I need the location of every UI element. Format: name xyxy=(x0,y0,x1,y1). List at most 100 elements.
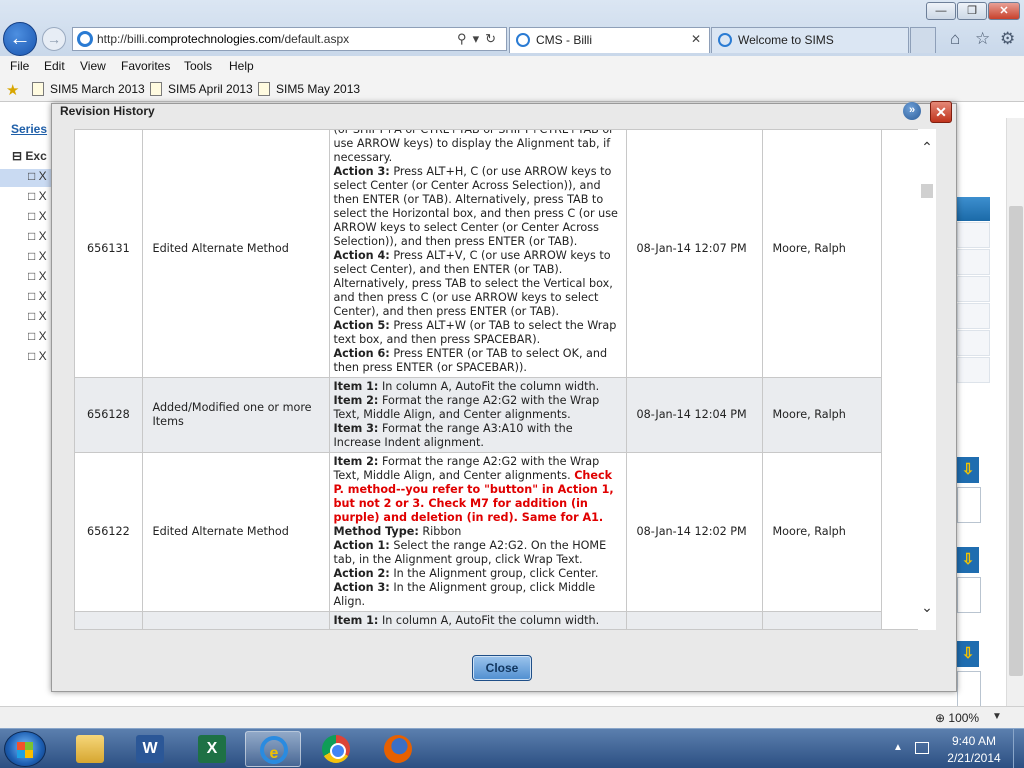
tree-row[interactable]: □ X xyxy=(28,269,52,287)
taskbar-firefox[interactable] xyxy=(370,731,426,767)
download-icon[interactable]: ⇩ xyxy=(957,457,979,483)
close-window-button[interactable]: ✕ xyxy=(988,2,1020,20)
tree-row-label: X xyxy=(38,349,47,363)
table-row[interactable]: 656122 Edited Alternate Method Item 2: F… xyxy=(75,452,882,612)
refresh-icon[interactable]: ↻ xyxy=(485,31,502,46)
tree-row[interactable]: □ X xyxy=(28,249,52,267)
tree-row[interactable]: □ X xyxy=(28,229,52,247)
scroll-thumb[interactable] xyxy=(921,184,933,198)
tree-row-label: X xyxy=(38,209,47,223)
url-domain: comprotechnologies.com xyxy=(147,32,282,46)
taskbar-chrome[interactable] xyxy=(308,731,364,767)
tree-row-label: X xyxy=(38,329,47,343)
menu-favorites[interactable]: Favorites xyxy=(121,59,170,73)
menu-view[interactable]: View xyxy=(80,59,106,73)
gear-icon[interactable]: ⚙ xyxy=(1000,29,1015,49)
download-icon[interactable]: ⇩ xyxy=(957,641,979,667)
taskbar-explorer[interactable] xyxy=(62,731,118,767)
dialog-title: Revision History xyxy=(60,104,155,118)
tree-row[interactable]: □ X xyxy=(28,289,52,307)
favorites-star-icon[interactable]: ★ xyxy=(6,81,19,99)
ie-icon: e xyxy=(260,736,288,764)
maximize-button[interactable]: ❐ xyxy=(957,2,987,20)
action-center-icon[interactable] xyxy=(915,742,929,754)
search-icon[interactable]: ⚲ xyxy=(457,31,473,46)
start-button[interactable] xyxy=(4,731,46,767)
zoom-level[interactable]: ⊕ 100% xyxy=(935,711,979,725)
minimize-button[interactable]: — xyxy=(926,2,956,20)
revision-date: 08-Jan-14 12:02 PM xyxy=(626,452,763,612)
tray-expand-icon[interactable]: ▲ xyxy=(893,742,903,753)
dialog-close-icon[interactable]: ✕ xyxy=(930,101,952,123)
dropdown-icon[interactable]: ▾ xyxy=(473,31,486,46)
tree-row[interactable]: □ X xyxy=(28,189,52,207)
favorite-label: SIM5 April 2013 xyxy=(168,82,253,96)
show-desktop-button[interactable] xyxy=(1013,729,1024,768)
tree-row[interactable]: □ X xyxy=(28,209,52,227)
home-icon[interactable]: ⌂ xyxy=(950,29,960,49)
page-icon xyxy=(258,82,270,96)
address-url[interactable]: http://billi.comprotechnologies.com/defa… xyxy=(97,32,349,46)
tab-cms-billi[interactable]: CMS - Billi ✕ xyxy=(509,27,710,53)
clock-time[interactable]: 9:40 AM xyxy=(944,734,1004,748)
revision-detail: Item 1: In column A, AutoFit the column … xyxy=(329,377,627,453)
help-icon[interactable]: » xyxy=(903,102,921,120)
tab-welcome-to-sims[interactable]: Welcome to SIMS xyxy=(711,27,909,53)
upload-field[interactable] xyxy=(957,671,981,707)
grid-cell xyxy=(957,249,990,275)
scroll-down-icon[interactable]: ⌄ xyxy=(918,599,936,616)
tab-title: Welcome to SIMS xyxy=(738,33,834,47)
excel-icon: X xyxy=(198,735,226,763)
back-button[interactable]: ← xyxy=(3,22,37,56)
tree-row-label: X xyxy=(38,189,47,203)
page-scroll-thumb[interactable] xyxy=(1009,206,1023,676)
taskbar-word[interactable]: W xyxy=(122,731,178,767)
upload-field[interactable] xyxy=(957,487,981,523)
new-tab-button[interactable] xyxy=(910,27,936,53)
close-button[interactable]: Close xyxy=(472,655,532,681)
tab-title: CMS - Billi xyxy=(536,33,592,47)
favorite-link[interactable]: SIM5 March 2013 xyxy=(32,82,145,96)
favorite-label: SIM5 May 2013 xyxy=(276,82,361,96)
revision-grid: 656131 Edited Alternate Method (or SHIFT… xyxy=(74,129,936,630)
table-row[interactable]: 656128 Added/Modified one or more Items … xyxy=(75,377,882,453)
revision-user xyxy=(762,611,882,629)
tree-row[interactable]: □ X xyxy=(28,349,52,367)
address-bar[interactable]: http://billi.comprotechnologies.com/defa… xyxy=(72,27,507,51)
clock-date[interactable]: 2/21/2014 xyxy=(944,751,1004,765)
page-scrollbar[interactable] xyxy=(1006,118,1024,708)
menu-tools[interactable]: Tools xyxy=(184,59,212,73)
scroll-up-icon[interactable]: ⌃ xyxy=(918,139,936,156)
favorite-link[interactable]: SIM5 April 2013 xyxy=(150,82,253,96)
tree-row-label: X xyxy=(38,229,47,243)
taskbar-ie[interactable]: e xyxy=(245,731,301,767)
zoom-dropdown-icon[interactable]: ▼ xyxy=(992,711,1002,722)
grid-scrollbar[interactable]: ⌃ ⌄ xyxy=(918,129,936,630)
tree-root[interactable]: ⊟ Exc xyxy=(12,149,47,163)
tab-close-icon[interactable]: ✕ xyxy=(691,32,701,46)
tree-row[interactable]: □ X xyxy=(28,309,52,327)
page-icon xyxy=(150,82,162,96)
menu-file[interactable]: File xyxy=(10,59,29,73)
series-link[interactable]: Series xyxy=(11,122,47,136)
upload-field[interactable] xyxy=(957,577,981,613)
revision-user: Moore, Ralph xyxy=(762,452,882,612)
revision-id: 656122 xyxy=(75,452,143,612)
zoom-value: 100% xyxy=(948,711,980,725)
taskbar-excel[interactable]: X xyxy=(184,731,240,767)
download-icon[interactable]: ⇩ xyxy=(957,547,979,573)
favorites-star-icon[interactable]: ☆ xyxy=(975,29,990,49)
table-row[interactable]: 656131 Edited Alternate Method (or SHIFT… xyxy=(75,130,882,378)
menu-help[interactable]: Help xyxy=(229,59,254,73)
windows-logo-icon xyxy=(17,750,33,758)
forward-button[interactable]: → xyxy=(42,27,66,51)
table-row[interactable]: Item 1: In column A, AutoFit the column … xyxy=(75,611,882,629)
tree-row[interactable]: □ X xyxy=(28,329,52,347)
address-tools[interactable]: ⚲▾↻ xyxy=(457,31,502,47)
menu-edit[interactable]: Edit xyxy=(44,59,65,73)
tree-row[interactable]: □ X xyxy=(0,169,52,187)
status-bar: ⊕ 100% ▼ xyxy=(0,706,1024,728)
revision-detail: Item 1: In column A, AutoFit the column … xyxy=(329,611,627,629)
favorite-link[interactable]: SIM5 May 2013 xyxy=(258,82,360,96)
url-prefix: http://billi. xyxy=(97,32,148,46)
